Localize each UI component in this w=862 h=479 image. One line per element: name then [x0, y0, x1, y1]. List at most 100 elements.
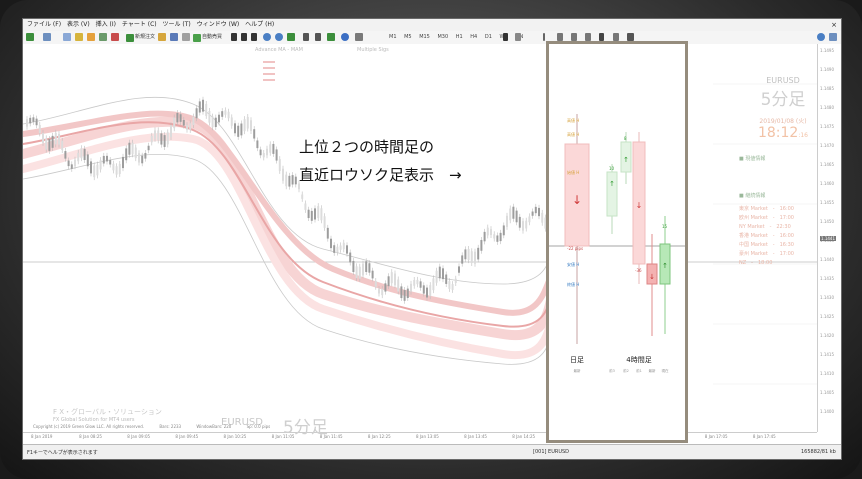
tf-h1[interactable]: H1 — [456, 33, 463, 42]
tf-m5[interactable]: M5 — [404, 33, 412, 42]
auto-trading-label: 自動売買 — [202, 34, 223, 40]
navigator-button[interactable] — [87, 33, 96, 42]
candle-body — [83, 148, 86, 160]
candle-body — [422, 285, 425, 294]
side-row: 中国 Market - 16:30 — [739, 242, 794, 248]
candle-body — [403, 290, 406, 301]
candle-body — [442, 268, 444, 280]
candle-body — [45, 138, 48, 150]
tile-windows-button[interactable] — [287, 33, 296, 42]
candle-body — [48, 139, 51, 151]
candle-body — [394, 273, 396, 286]
candle-body — [467, 249, 470, 261]
menu-tools[interactable]: ツール (T) — [163, 19, 191, 31]
candle-body — [211, 116, 214, 128]
menu-window[interactable]: ウィンドウ (W) — [197, 19, 240, 31]
candle-body — [426, 287, 428, 298]
menu-file[interactable]: ファイル (F) — [27, 19, 61, 31]
navigator-icon — [87, 33, 95, 41]
chat-button[interactable] — [829, 33, 838, 42]
menu-insert[interactable]: 挿入 (I) — [96, 19, 116, 31]
chart-shift-button[interactable] — [315, 33, 322, 42]
menu-chart[interactable]: チャート (C) — [122, 19, 157, 31]
level-label: 高値 H — [567, 117, 579, 123]
script-button[interactable] — [170, 33, 179, 42]
candle-body — [381, 288, 384, 296]
templates-button[interactable] — [355, 33, 364, 42]
tf-m1[interactable]: M1 — [389, 33, 397, 42]
periods-button[interactable] — [341, 33, 350, 42]
candle-body — [224, 110, 227, 115]
status-traffic: 165882/81 kb — [801, 449, 836, 455]
price-chart[interactable] — [23, 44, 817, 432]
search-icon — [817, 33, 825, 41]
cursor-button[interactable] — [503, 33, 509, 42]
autoscroll-button[interactable] — [303, 33, 310, 42]
time-tick: 8 Jan 14:25 — [512, 434, 536, 439]
periods-icon — [341, 33, 349, 41]
candle-body — [86, 154, 89, 167]
candle-body — [176, 113, 179, 123]
close-icon[interactable]: × — [831, 19, 837, 31]
line-chart-button[interactable] — [251, 33, 258, 42]
zoom-out-button[interactable] — [275, 33, 284, 42]
metaeditor-button[interactable] — [158, 33, 167, 42]
tf-h4[interactable]: H4 — [470, 33, 477, 42]
profiles-button[interactable] — [43, 33, 52, 42]
candle-body — [38, 124, 41, 134]
zoom-in-button[interactable] — [263, 33, 272, 42]
candle-body — [166, 132, 169, 145]
candle-body — [435, 270, 438, 283]
candle-body — [490, 229, 492, 235]
tf-d1[interactable]: D1 — [485, 33, 492, 42]
new-order-button[interactable]: 新規注文 — [126, 33, 155, 42]
candle-body — [208, 111, 211, 123]
crosshair-icon — [515, 33, 521, 41]
auto-trading-button[interactable]: 自動売買 — [193, 33, 222, 42]
profiles-icon — [43, 33, 51, 41]
candle-body — [525, 220, 528, 229]
candle-body — [346, 245, 348, 254]
candle-body — [336, 246, 339, 253]
metaeditor-icon — [158, 33, 166, 41]
menu-view[interactable]: 表示 (V) — [67, 19, 90, 31]
options-button[interactable] — [182, 33, 191, 42]
market-watch-button[interactable] — [63, 33, 72, 42]
candle-body — [419, 281, 422, 288]
candle-body — [134, 147, 137, 159]
candle-body — [192, 116, 195, 126]
arrow-up-icon: ↑ — [662, 262, 668, 270]
terminal-button[interactable] — [99, 33, 108, 42]
indicators-button[interactable] — [327, 33, 336, 42]
candle-body — [173, 117, 176, 129]
menu-bar: ファイル (F) 表示 (V) 挿入 (I) チャート (C) ツール (T) … — [23, 19, 841, 31]
candle-body — [64, 151, 67, 159]
candle-chart-icon — [241, 33, 247, 41]
candle-body — [115, 166, 118, 175]
side-row: NY Market - 22:30 — [739, 224, 791, 230]
candle-chart-button[interactable] — [241, 33, 248, 42]
candle-body — [499, 232, 502, 242]
menu-help[interactable]: ヘルプ (H) — [245, 19, 274, 31]
h4-value-label: 8 — [624, 136, 627, 141]
candle-body — [221, 111, 224, 117]
tf-m30[interactable]: M30 — [437, 33, 448, 42]
candle-body — [390, 272, 393, 284]
vertical-line-icon — [543, 33, 545, 41]
new-chart-button[interactable] — [26, 33, 35, 42]
h4-label: 4時間足 — [626, 356, 651, 364]
data-window-button[interactable] — [75, 33, 84, 42]
bar-chart-button[interactable] — [231, 33, 238, 42]
candle-body — [80, 148, 83, 159]
tester-button[interactable] — [111, 33, 120, 42]
tf-m15[interactable]: M15 — [419, 33, 430, 42]
search-button[interactable] — [817, 33, 826, 42]
bar-chart-icon — [231, 33, 237, 41]
candle-body — [378, 289, 380, 294]
h4-sub-label: 現在 — [662, 368, 670, 373]
candle-body — [262, 152, 265, 158]
h4-candle-1 — [606, 171, 618, 217]
candle-body — [448, 281, 451, 289]
pips-label-h4: -36 — [635, 268, 642, 273]
crosshair-button[interactable] — [515, 33, 522, 42]
